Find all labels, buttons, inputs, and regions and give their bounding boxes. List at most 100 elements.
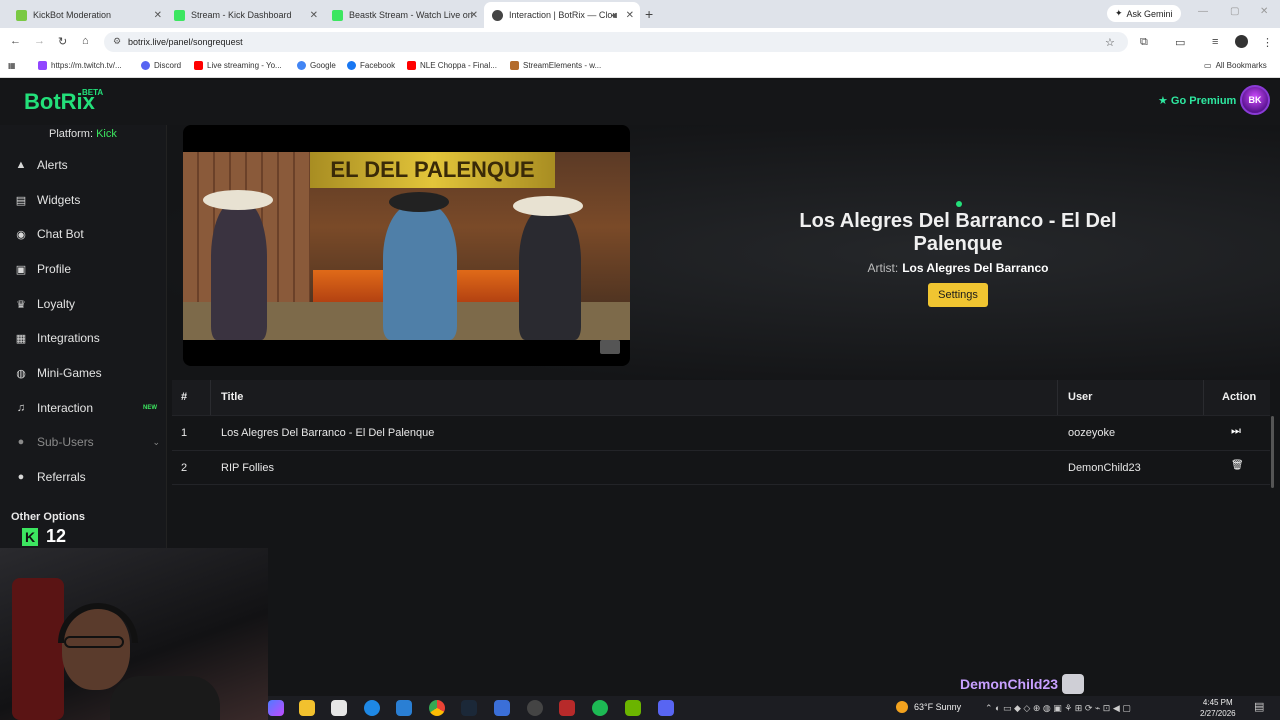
profile-avatar-icon[interactable]: [1235, 35, 1248, 48]
game-app-icon[interactable]: [559, 700, 575, 716]
side-panel-icon[interactable]: ▭: [1175, 36, 1185, 49]
bookmark-google[interactable]: Google: [297, 61, 336, 70]
extensions-icon[interactable]: ⧉: [1140, 36, 1148, 49]
steam-icon[interactable]: [461, 700, 477, 716]
kick-favicon-icon: [332, 9, 343, 21]
sidebar-item-chat-bot[interactable]: ◉ Chat Bot: [14, 225, 160, 243]
tab-kickbot-moderation[interactable]: KickBot Moderation ✕: [8, 4, 168, 26]
user-avatar[interactable]: BK: [1240, 85, 1270, 115]
column-divider: [210, 380, 211, 415]
bookmark-discord[interactable]: Discord: [141, 61, 181, 70]
sidebar-item-alerts[interactable]: ▲ Alerts: [14, 156, 160, 174]
warning-icon: ▲: [15, 159, 27, 171]
system-tray-icons[interactable]: ⌃ ◐ ▭ ◆ ◇ ⊕ ◍ ▣ ⚘ ⊞ ⟳ ⌁ ⊡ ◀ ▢: [985, 703, 1131, 714]
edge-icon[interactable]: [364, 700, 380, 716]
bookmark-label: Discord: [154, 61, 182, 70]
discord-icon[interactable]: [658, 700, 674, 716]
chat-alert-username: DemonChild23: [960, 676, 1059, 692]
cowboy-hat: [513, 196, 583, 216]
reading-list-icon[interactable]: ≡: [1212, 36, 1218, 48]
bookmark-facebook[interactable]: Facebook: [347, 61, 395, 70]
platform-indicator: Platform: Kick: [49, 128, 117, 140]
chrome-icon[interactable]: [429, 700, 445, 716]
minimize-icon[interactable]: —: [1198, 6, 1208, 17]
tab-interaction-botrix[interactable]: Interaction | BotRix — Clou ◄ ✕: [484, 2, 640, 28]
twitch-icon: [38, 61, 47, 70]
file-explorer-icon[interactable]: [299, 700, 315, 716]
copilot-icon[interactable]: [268, 700, 284, 716]
back-icon[interactable]: ←: [10, 35, 21, 47]
tab-beastk-stream[interactable]: Beastk Stream - Watch Live on ✕: [324, 4, 484, 26]
bookmark-label: Google: [310, 61, 336, 70]
tab-label: KickBot Moderation: [33, 10, 112, 20]
bookmarks-bar: ▦ https://m.twitch.tv/... Discord Live s…: [0, 56, 1280, 78]
trash-icon[interactable]: 🗑: [1231, 460, 1244, 471]
row-user: DemonChild23: [1068, 462, 1141, 474]
beta-badge: BETA: [82, 88, 104, 97]
store-icon[interactable]: [331, 700, 347, 716]
all-bookmarks[interactable]: ▭ All Bookmarks: [1204, 61, 1267, 70]
clock-date: 2/27/2026: [1200, 709, 1236, 718]
apps-grid-icon[interactable]: ▦: [8, 61, 16, 70]
referrals-icon: ●: [17, 471, 25, 483]
reload-icon[interactable]: ↻: [58, 35, 67, 48]
close-tab-icon[interactable]: ✕: [626, 10, 634, 21]
new-tab-icon[interactable]: +: [645, 6, 653, 22]
go-premium-button[interactable]: ★ Go Premium: [1158, 94, 1236, 107]
sidebar-item-interaction[interactable]: ♫ Interaction NEW: [14, 399, 160, 417]
notifications-icon[interactable]: ▤: [1254, 700, 1264, 713]
close-tab-icon[interactable]: ✕: [154, 10, 162, 21]
weather-widget[interactable]: 63°F Sunny: [896, 701, 961, 713]
bookmark-twitch[interactable]: https://m.twitch.tv/...: [38, 61, 122, 70]
table-scrollbar[interactable]: [1271, 416, 1274, 488]
bookmark-youtube[interactable]: Live streaming - Yo...: [194, 61, 282, 70]
sidebar-item-label: Profile: [37, 262, 72, 276]
site-info-icon[interactable]: ⚙: [113, 36, 121, 47]
menu-icon[interactable]: ⋮: [1262, 36, 1273, 49]
speaker-icon[interactable]: ◄: [609, 10, 618, 20]
home-icon[interactable]: ⌂: [82, 35, 89, 47]
accordion-player-figure: [383, 204, 457, 340]
close-window-icon[interactable]: ✕: [1260, 6, 1268, 17]
all-bookmarks-label: All Bookmarks: [1215, 61, 1267, 70]
bookmark-streamelements[interactable]: StreamElements - w...: [510, 61, 601, 70]
tab-kick-dashboard[interactable]: Stream - Kick Dashboard ✕: [166, 4, 324, 26]
close-tab-icon[interactable]: ✕: [470, 10, 478, 21]
profile-icon: ▣: [15, 263, 27, 276]
settings-button[interactable]: Settings: [928, 283, 988, 307]
tab-label: Stream - Kick Dashboard: [191, 10, 292, 20]
close-tab-icon[interactable]: ✕: [310, 10, 318, 21]
url-field[interactable]: ⚙ botrix.live/panel/songrequest: [104, 32, 1128, 52]
sidebar-item-referrals[interactable]: ● Referrals: [14, 468, 160, 486]
table-row: 2 RIP Follies DemonChild23 🗑: [172, 450, 1270, 485]
sidebar-item-widgets[interactable]: ▤ Widgets: [14, 191, 160, 209]
mail-icon[interactable]: [396, 700, 412, 716]
music-icon: ♫: [16, 402, 26, 414]
obs-icon[interactable]: [527, 700, 543, 716]
column-header-user: User: [1068, 391, 1093, 403]
bookmark-star-icon[interactable]: ☆: [1105, 36, 1115, 49]
cowboy-hat: [203, 190, 273, 210]
facebook-icon: [347, 61, 356, 70]
sidebar-item-label: Integrations: [37, 331, 100, 345]
sidebar-item-loyalty[interactable]: ♛ Loyalty: [14, 295, 160, 313]
video-player[interactable]: EL DEL PALENQUE: [183, 125, 630, 366]
sidebar-item-integrations[interactable]: ▦ Integrations: [14, 329, 160, 347]
ask-gemini-button[interactable]: ✦ Ask Gemini: [1107, 5, 1181, 22]
column-header-action: Action: [1222, 391, 1257, 403]
system-clock[interactable]: 4:45 PM 2/27/2026: [1200, 697, 1236, 719]
sidebar-item-mini-games[interactable]: ◍ Mini-Games: [14, 364, 160, 382]
nvidia-icon[interactable]: [625, 700, 641, 716]
row-title: Los Alegres Del Barranco - El Del Palenq…: [221, 427, 435, 439]
sidebar-item-profile[interactable]: ▣ Profile: [14, 260, 160, 278]
other-options-heading: Other Options: [11, 511, 85, 523]
forward-icon[interactable]: →: [34, 35, 45, 47]
song-title: Los Alegres Del Barranco - El Del Palenq…: [799, 210, 1117, 255]
sidebar-item-sub-users[interactable]: ● Sub-Users ⌄: [14, 433, 160, 451]
maximize-icon[interactable]: ▢: [1230, 6, 1239, 17]
bookmark-nle-choppa[interactable]: NLE Choppa - Final...: [407, 61, 497, 70]
skip-icon[interactable]: ⏭: [1231, 425, 1241, 438]
streamlabs-icon[interactable]: [494, 700, 510, 716]
spotify-icon[interactable]: [592, 700, 608, 716]
bookmark-label: StreamElements - w...: [523, 61, 602, 70]
